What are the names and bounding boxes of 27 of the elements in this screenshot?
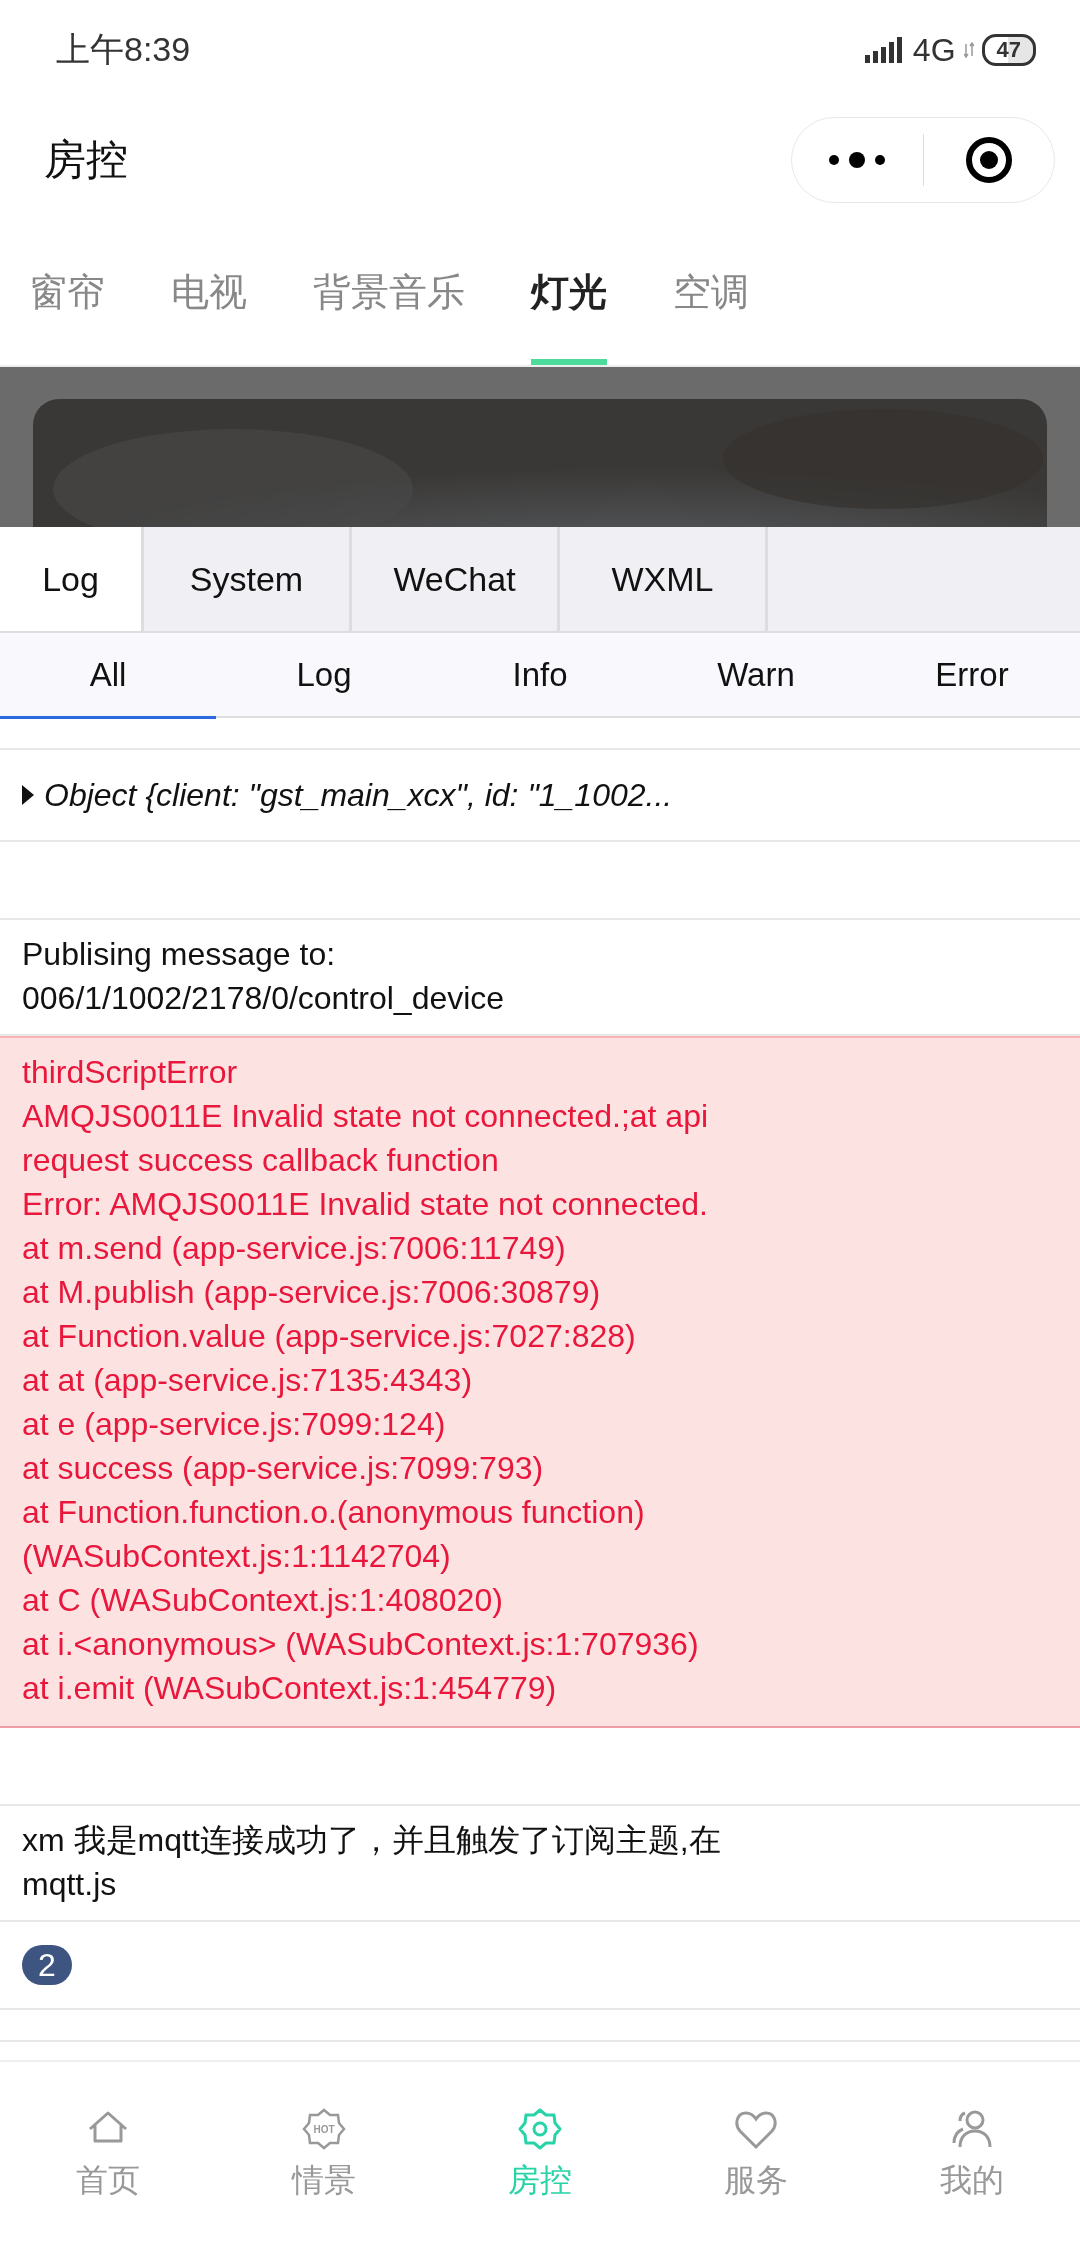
expand-triangle-icon[interactable] [22, 785, 34, 805]
filter-tab[interactable]: Warn [648, 633, 864, 716]
repeat-count-badge: 2 [22, 1945, 72, 1985]
filter-tab[interactable]: All [0, 633, 216, 716]
signal-icon [864, 37, 905, 63]
more-icon[interactable] [828, 152, 887, 168]
console-tab[interactable]: Log [0, 527, 144, 631]
battery-level: 47 [981, 34, 1036, 66]
filter-tab[interactable]: Info [432, 633, 648, 716]
error-message: thirdScriptError AMQJS0011E Invalid state not connected.;at api request success callback function Error: AMQJS0011E Invalid state not connected. at m.send (app-service.js:7006:11749) at M.publish (app-service.js:7006:30879) at Function.value (app-service.js:7027:828) at at (app-service.js:7135:4343) at e (app-service.js:7099:124) at success (app-service.js:7099:793) at Function.function.o.(anonymous function) (WASubContext.js:1:1142704) at C (WASubContext.js:1:408020) at i.<anonymous> (WASubContext.js:1:707936) at i.emit (WASubContext.js:1:454779) [22, 1053, 710, 1708]
tab[interactable]: 背景音乐 [313, 220, 465, 365]
data-arrows-icon [963, 42, 974, 58]
page-title: 房控 [44, 135, 128, 185]
log-message: xm 我是mqtt连接成功了，并且触发了订阅主题,在 mqtt.js [22, 1821, 722, 1904]
close-target-icon[interactable] [964, 136, 1013, 184]
status-time: 上午8:39 [56, 29, 191, 70]
tab[interactable]: 灯光 [531, 220, 607, 365]
tab[interactable]: 空调 [673, 220, 749, 365]
filter-tab[interactable]: Log [216, 633, 432, 716]
tab[interactable]: 窗帘 [29, 220, 105, 365]
network-type: 4G [912, 31, 956, 69]
filter-tab[interactable]: Error [864, 633, 1080, 716]
hot-badge-icon: HOT [302, 2107, 346, 2151]
log-message: Publising message to: 006/1/1002/2178/0/control_device [22, 935, 506, 1018]
gear-icon [518, 2107, 562, 2151]
tab[interactable]: 电视 [171, 220, 247, 365]
log-object: Object {client: "gst_main_xcx", id: "1_1002... [44, 776, 673, 815]
